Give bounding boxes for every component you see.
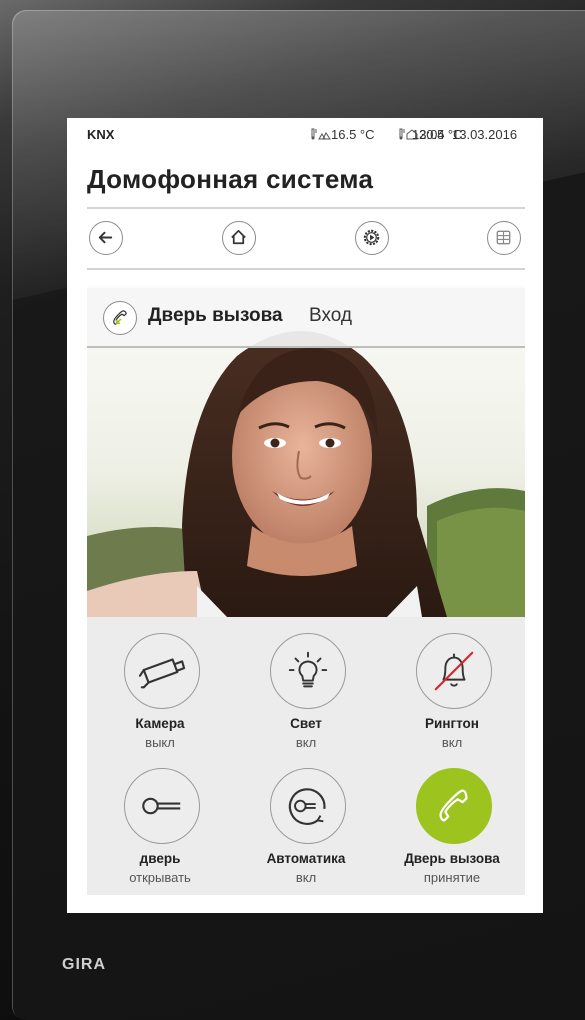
- camera-state: выкл: [145, 735, 175, 750]
- time-value: 13:04: [412, 127, 445, 142]
- outdoor-thermometer-icon: [311, 128, 331, 140]
- door-call-control: Дверь вызова принятие: [379, 752, 525, 887]
- light-bulb-icon: [288, 651, 328, 688]
- title-divider: [87, 207, 525, 209]
- door-call-state: принятие: [423, 870, 481, 885]
- camera-icon: [138, 658, 186, 689]
- outdoor-temp-value: 16.5 °C: [331, 127, 375, 142]
- ringtone-state: вкл: [441, 735, 463, 750]
- settings-button[interactable]: [355, 221, 389, 255]
- camera-label: Камера: [135, 716, 185, 731]
- camera-control: Камера выкл: [87, 617, 233, 752]
- camera-toggle-button[interactable]: [124, 633, 200, 709]
- door-call-label: Дверь вызова: [404, 851, 500, 866]
- ringtone-control: Рингтон вкл: [379, 617, 525, 752]
- page-title: Домофонная система: [87, 164, 374, 194]
- door-label: дверь: [139, 851, 181, 866]
- caller-name: Дверь вызова: [148, 305, 283, 326]
- light-label: Свет: [290, 716, 322, 731]
- ringtone-label: Рингтон: [425, 716, 479, 731]
- back-button[interactable]: [89, 221, 123, 255]
- home-icon: [231, 229, 246, 245]
- brand-logo: GIRA: [62, 956, 106, 973]
- light-state: вкл: [295, 735, 317, 750]
- automation-toggle-button[interactable]: [270, 768, 346, 844]
- door-state: открывать: [129, 870, 191, 885]
- grid-icon: [496, 230, 511, 245]
- date-value: 13.03.2016: [452, 127, 518, 142]
- automation-label: Автоматика: [266, 851, 346, 866]
- nav-divider: [87, 268, 525, 270]
- door-open-button[interactable]: [124, 768, 200, 844]
- home-button[interactable]: [222, 221, 256, 255]
- arrow-left-icon: [98, 231, 113, 244]
- caller-location: Вход: [309, 305, 352, 326]
- incoming-call-icon: [113, 310, 127, 325]
- grid-view-button[interactable]: [487, 221, 521, 255]
- outdoor-temperature: 16.5 °C: [311, 127, 375, 142]
- intercom-controls: Камера выкл Свет вкл Рингтон вкл дверь о…: [87, 617, 525, 895]
- light-control: Свет вкл: [233, 617, 379, 752]
- automation-state: вкл: [295, 870, 317, 885]
- automation-control: Автоматика вкл: [233, 752, 379, 887]
- accept-call-button[interactable]: [416, 768, 492, 844]
- bell-muted-icon: [434, 651, 474, 691]
- door-control: дверь открывать: [87, 752, 233, 887]
- incoming-call-button[interactable]: [103, 301, 137, 335]
- key-icon: [142, 797, 181, 815]
- auto-key-icon: [288, 788, 326, 825]
- light-toggle-button[interactable]: [270, 633, 346, 709]
- play-gear-icon: [363, 229, 380, 246]
- ringtone-toggle-button[interactable]: [416, 633, 492, 709]
- call-banner[interactable]: Дверь вызова Вход: [87, 288, 525, 348]
- knx-label: KNX: [87, 127, 115, 142]
- phone-icon: [439, 789, 468, 822]
- touch-screen: KNX 16.5 °C 20.5 °C 13:04 13.03.2016 Дом…: [67, 118, 543, 913]
